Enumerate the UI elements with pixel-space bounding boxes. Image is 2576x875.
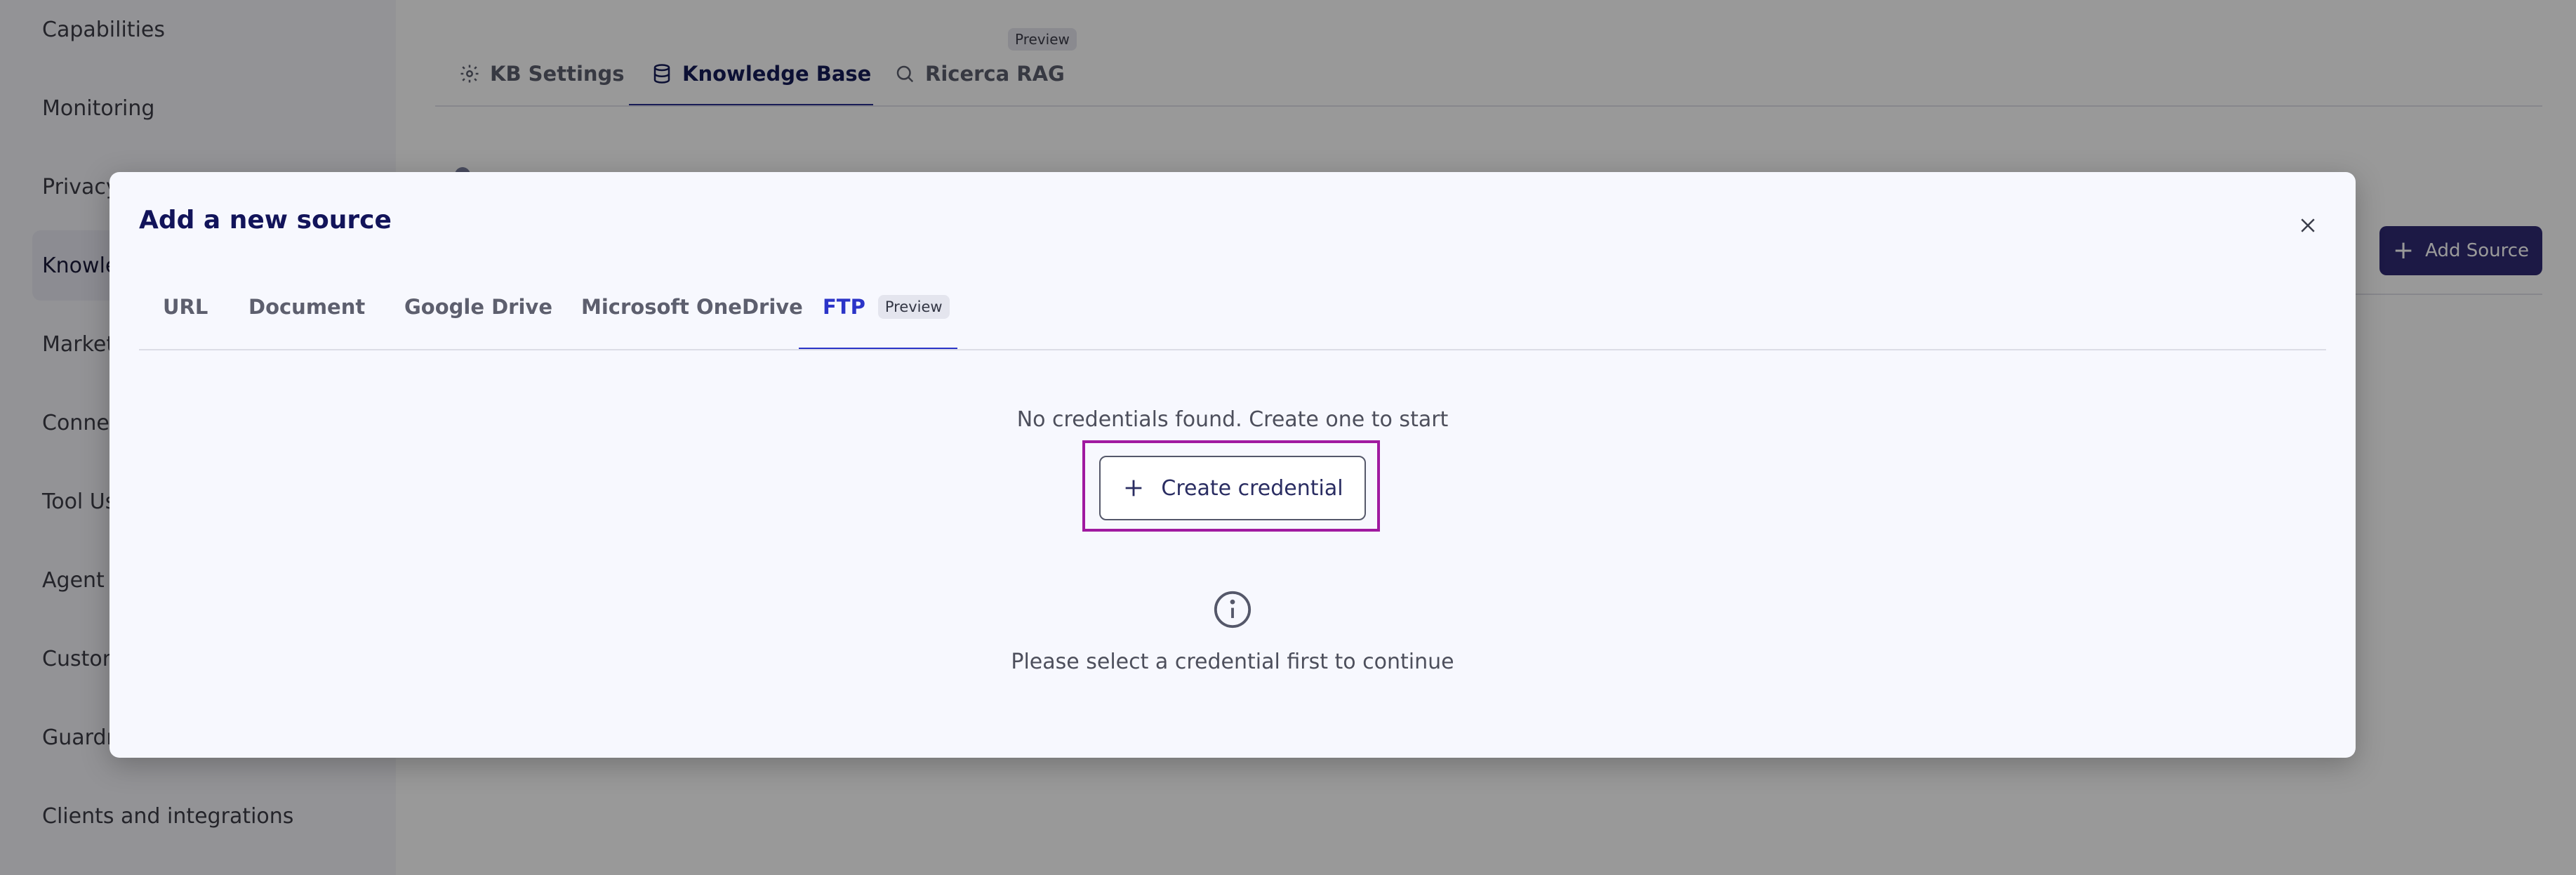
- info-icon: [1214, 591, 1252, 629]
- tab-label: Google Drive: [404, 295, 553, 319]
- select-credential-message: Please select a credential first to cont…: [1011, 650, 1454, 674]
- tab-google-drive[interactable]: Google Drive: [404, 279, 552, 335]
- plus-icon: [1126, 480, 1142, 496]
- tab-label: Document: [248, 295, 366, 319]
- tab-label: URL: [163, 295, 208, 319]
- add-source-modal: Add a new source URL Document Google Dri…: [109, 172, 2356, 758]
- tab-label: FTP: [823, 295, 865, 319]
- tab-url[interactable]: URL: [163, 279, 208, 335]
- tab-ftp[interactable]: FTP Preview: [823, 279, 950, 335]
- close-icon: [2301, 218, 2315, 232]
- tab-document[interactable]: Document: [248, 279, 365, 335]
- preview-badge: Preview: [877, 295, 950, 319]
- close-button[interactable]: [2288, 206, 2328, 245]
- create-credential-label: Create credential: [1161, 475, 1343, 501]
- tab-microsoft-onedrive[interactable]: Microsoft OneDrive: [581, 279, 803, 335]
- create-credential-button[interactable]: Create credential: [1099, 456, 1366, 520]
- tab-label: Microsoft OneDrive: [581, 295, 803, 319]
- tabs-divider: [139, 349, 2326, 350]
- modal-title: Add a new source: [139, 206, 392, 235]
- no-credentials-message: No credentials found. Create one to star…: [1016, 407, 1449, 432]
